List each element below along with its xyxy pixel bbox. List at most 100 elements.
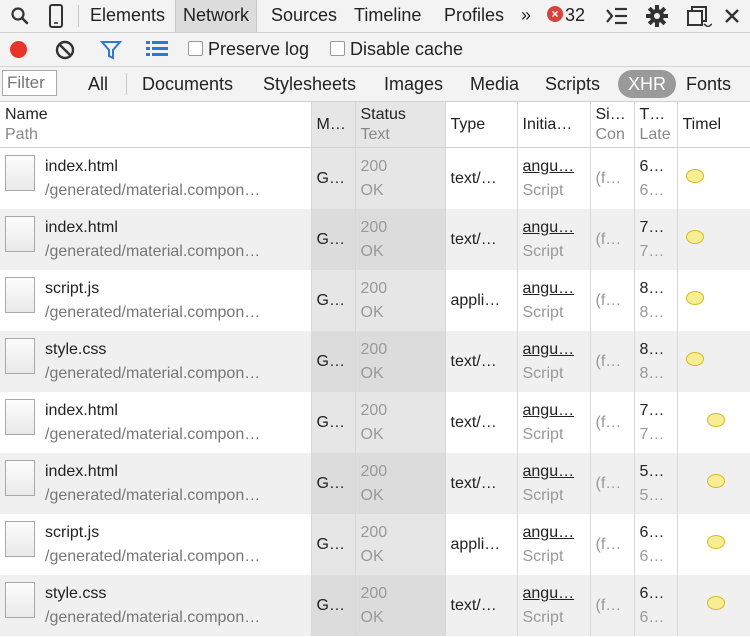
file-icon — [5, 581, 35, 618]
request-status-cell: 200 OK — [355, 270, 446, 331]
disable-cache-label[interactable]: Disable cache — [350, 33, 463, 66]
search-icon[interactable] — [8, 2, 32, 30]
column-method[interactable]: M… — [311, 102, 356, 148]
filter-xhr[interactable]: XHR — [618, 70, 677, 98]
request-name: script.js — [45, 523, 100, 541]
initiator-link[interactable]: angu… — [523, 216, 590, 240]
filter-images[interactable]: Images — [384, 67, 443, 101]
error-icon[interactable]: × — [547, 6, 563, 22]
request-name-cell[interactable]: index.html/generated/material.compon… — [0, 147, 312, 209]
dock-side-icon[interactable] — [684, 2, 714, 30]
request-name-cell[interactable]: index.html/generated/material.compon… — [0, 209, 312, 270]
column-status[interactable]: Status Text — [355, 102, 446, 148]
tab-elements[interactable]: Elements — [90, 0, 165, 32]
request-name-cell[interactable]: script.js/generated/material.compon… — [0, 270, 312, 331]
request-path: /generated/material.compon… — [45, 486, 261, 504]
request-latency: 6… — [639, 608, 665, 626]
request-name-cell[interactable]: style.css/generated/material.compon… — [0, 331, 312, 392]
request-status: 200 — [360, 157, 388, 175]
close-icon[interactable] — [720, 2, 744, 30]
table-row[interactable]: style.css/generated/material.compon… G… 20… — [0, 575, 750, 636]
request-initiator-cell: angu… Script — [517, 514, 591, 575]
clear-icon[interactable] — [54, 39, 76, 66]
request-name-cell[interactable]: script.js/generated/material.compon… — [0, 514, 312, 575]
initiator-link[interactable]: angu… — [523, 155, 590, 179]
initiator-link[interactable]: angu… — [523, 338, 590, 362]
timeline-marker-icon — [706, 595, 725, 610]
request-status-text: OK — [360, 425, 384, 443]
request-latency: 6… — [639, 547, 665, 565]
filter-input[interactable] — [2, 70, 57, 96]
table-row[interactable]: style.css/generated/material.compon… G… 20… — [0, 331, 750, 392]
column-timeline[interactable]: Timel — [677, 102, 750, 148]
file-icon — [5, 398, 35, 435]
filter-fonts[interactable]: Fonts — [686, 67, 731, 101]
timeline-marker-icon — [685, 351, 704, 366]
list-view-icon[interactable] — [145, 39, 169, 64]
table-row[interactable]: index.html/generated/material.compon… G… 2… — [0, 453, 750, 514]
request-time: 6… — [639, 523, 665, 541]
initiator-link[interactable]: angu… — [523, 399, 590, 423]
divider — [126, 73, 127, 95]
request-name-cell[interactable]: index.html/generated/material.compon… — [0, 453, 312, 514]
request-name-cell[interactable]: index.html/generated/material.compon… — [0, 392, 312, 453]
table-row[interactable]: script.js/generated/material.compon… G… 20… — [0, 270, 750, 331]
initiator-link[interactable]: angu… — [523, 460, 590, 484]
table-row[interactable]: index.html/generated/material.compon… G… 2… — [0, 147, 750, 209]
request-initiator-cell: angu… Script — [517, 209, 591, 270]
request-path: /generated/material.compon… — [45, 425, 261, 443]
device-mode-icon[interactable] — [44, 2, 68, 30]
file-icon — [5, 520, 35, 557]
preserve-log-label[interactable]: Preserve log — [208, 33, 309, 66]
request-time-cell: 6… 6… — [634, 575, 678, 636]
request-size: (f… — [590, 209, 635, 270]
request-type: text/… — [445, 331, 518, 392]
initiator-link[interactable]: angu… — [523, 277, 590, 301]
initiator-type: Script — [522, 242, 564, 260]
preserve-log-checkbox[interactable] — [188, 41, 203, 56]
column-name[interactable]: Name Path — [0, 102, 312, 148]
request-time: 8… — [639, 340, 665, 358]
column-time[interactable]: T… Late — [634, 102, 678, 148]
timeline-marker-icon — [685, 168, 704, 183]
more-tabs-button[interactable]: » — [521, 0, 531, 32]
tab-timeline[interactable]: Timeline — [354, 0, 421, 32]
gear-icon[interactable] — [643, 2, 671, 30]
request-initiator-cell: angu… Script — [517, 575, 591, 636]
record-button[interactable] — [10, 41, 27, 58]
table-row[interactable]: script.js/generated/material.compon… G… 20… — [0, 514, 750, 575]
request-method: G… — [311, 270, 356, 331]
request-time-cell: 8… 8… — [634, 270, 678, 331]
tab-sources[interactable]: Sources — [271, 0, 337, 32]
filter-documents[interactable]: Documents — [142, 67, 233, 101]
request-status: 200 — [360, 523, 388, 541]
request-latency: 8… — [639, 364, 665, 382]
filter-scripts[interactable]: Scripts — [545, 67, 600, 101]
tab-network[interactable]: Network — [175, 0, 258, 32]
request-name: style.css — [45, 340, 107, 358]
initiator-link[interactable]: angu… — [523, 521, 590, 545]
filter-all[interactable]: All — [88, 67, 108, 101]
column-type[interactable]: Type — [445, 102, 518, 148]
request-name-cell[interactable]: style.css/generated/material.compon… — [0, 575, 312, 636]
filter-icon[interactable] — [99, 39, 123, 66]
column-size[interactable]: Si… Con — [590, 102, 635, 148]
column-initiator[interactable]: Initia… — [517, 102, 591, 148]
request-path: /generated/material.compon… — [45, 547, 261, 565]
request-time-cell: 6… 6… — [634, 147, 678, 209]
console-drawer-icon[interactable] — [604, 2, 630, 30]
request-status-text: OK — [360, 303, 384, 321]
request-status-cell: 200 OK — [355, 575, 446, 636]
error-count[interactable]: 32 — [565, 0, 585, 31]
request-latency: 7… — [639, 425, 665, 443]
filter-media[interactable]: Media — [470, 67, 519, 101]
disable-cache-checkbox[interactable] — [330, 41, 345, 56]
tab-profiles[interactable]: Profiles — [444, 0, 504, 32]
filter-stylesheets[interactable]: Stylesheets — [263, 67, 356, 101]
initiator-link[interactable]: angu… — [523, 582, 590, 606]
request-timeline — [677, 209, 750, 270]
table-row[interactable]: index.html/generated/material.compon… G… 2… — [0, 392, 750, 453]
request-latency: 7… — [639, 242, 665, 260]
table-row[interactable]: index.html/generated/material.compon… G… 2… — [0, 209, 750, 270]
request-type: appli… — [445, 514, 518, 575]
